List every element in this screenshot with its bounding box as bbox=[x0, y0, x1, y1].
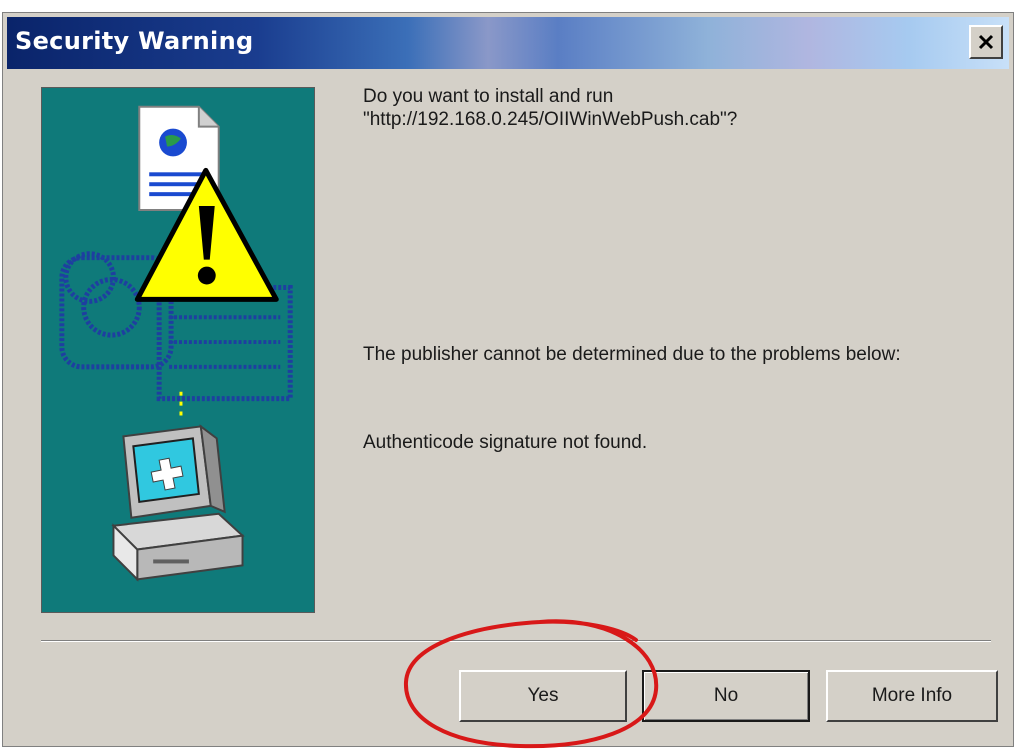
publisher-notice: The publisher cannot be determined due t… bbox=[363, 344, 901, 365]
close-icon bbox=[978, 34, 994, 50]
more-info-button[interactable]: More Info bbox=[826, 670, 998, 722]
computer-icon bbox=[111, 424, 245, 582]
window-title: Security Warning bbox=[15, 27, 254, 55]
button-separator bbox=[41, 640, 991, 642]
install-question-url: "http://192.168.0.245/OIIWinWebPush.cab"… bbox=[363, 109, 738, 130]
security-illustration bbox=[41, 87, 315, 613]
yes-button[interactable]: Yes bbox=[459, 670, 627, 722]
close-button[interactable] bbox=[969, 25, 1003, 59]
install-question: Do you want to install and run "http://1… bbox=[363, 85, 983, 131]
security-warning-dialog: Security Warning Do you want to install … bbox=[2, 12, 1014, 747]
signature-problem: Authenticode signature not found. bbox=[363, 432, 648, 453]
install-question-line1: Do you want to install and run bbox=[363, 86, 614, 107]
title-bar[interactable]: Security Warning bbox=[7, 17, 1009, 69]
no-button[interactable]: No bbox=[642, 670, 810, 722]
